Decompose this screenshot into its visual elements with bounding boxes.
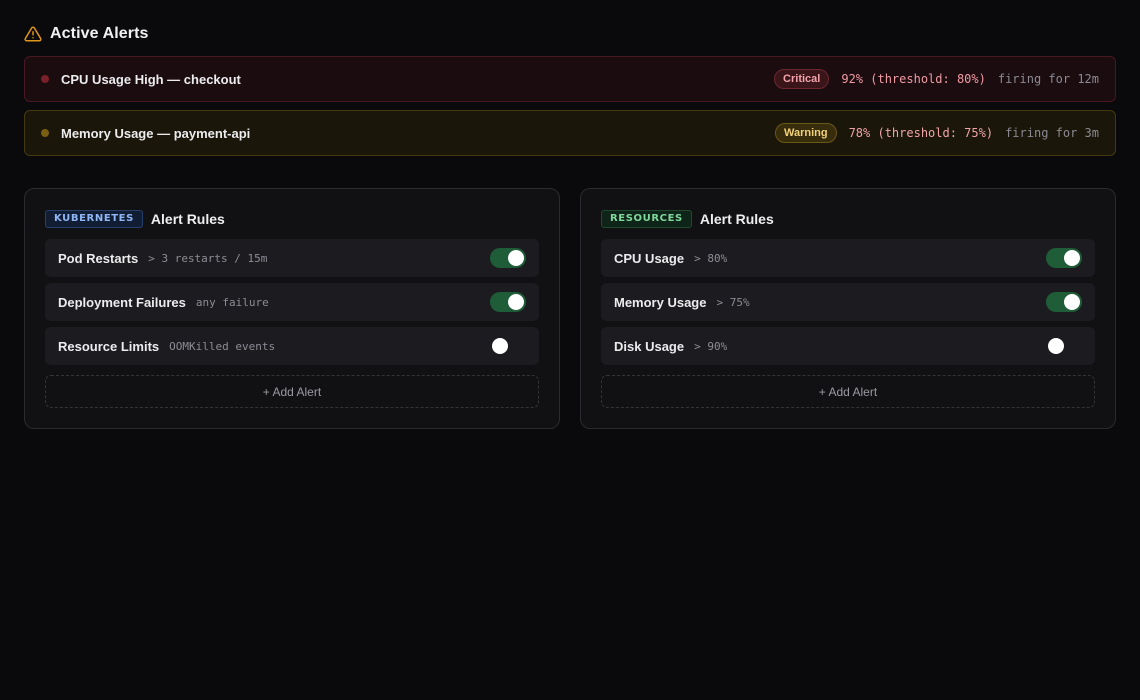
alert-firing-duration: firing for 3m	[1005, 126, 1099, 140]
rule-condition: > 3 restarts / 15m	[148, 251, 268, 265]
rule-name: Pod Restarts	[58, 250, 139, 266]
rule-toggle[interactable]	[490, 292, 526, 312]
alert-name: CPU Usage High — checkout	[61, 71, 241, 87]
alert-name: Memory Usage — payment-api	[61, 125, 251, 141]
rule-toggle[interactable]	[490, 248, 526, 268]
rule-list: Pod Restarts > 3 restarts / 15m Deployme…	[45, 239, 539, 365]
severity-dot	[41, 75, 49, 83]
add-alert-button[interactable]: + Add Alert	[45, 375, 539, 408]
active-alert-row[interactable]: CPU Usage High — checkout Critical 92% (…	[24, 56, 1116, 102]
toggle-knob	[1064, 294, 1080, 310]
rule-name: Deployment Failures	[58, 294, 186, 310]
page-title: Active Alerts	[50, 25, 149, 42]
rule-toggle[interactable]	[1046, 248, 1082, 268]
rule-condition: > 80%	[694, 251, 728, 265]
alerts-page: Active Alerts CPU Usage High — checkout …	[0, 0, 1140, 700]
toggle-knob	[1048, 338, 1064, 354]
alert-metric: 78% (threshold: 75%)	[848, 126, 994, 140]
panel-title: Alert Rules	[699, 211, 774, 227]
rule-row-resource-limits: Resource Limits OOMKilled events	[45, 327, 539, 365]
rule-list: CPU Usage > 80% Memory Usage > 75% Disk …	[601, 239, 1095, 365]
severity-badge: Critical	[774, 69, 830, 89]
rule-row-cpu-usage: CPU Usage > 80%	[601, 239, 1095, 277]
rule-row-memory-usage: Memory Usage > 75%	[601, 283, 1095, 321]
active-alert-row[interactable]: Memory Usage — payment-api Warning 78% (…	[24, 110, 1116, 156]
toggle-knob	[492, 338, 508, 354]
rule-name: CPU Usage	[614, 250, 685, 266]
rule-toggle[interactable]	[1046, 292, 1082, 312]
active-alerts-list: CPU Usage High — checkout Critical 92% (…	[24, 56, 1116, 156]
severity-badge: Warning	[774, 123, 837, 143]
alert-metric: 92% (threshold: 80%)	[841, 72, 986, 86]
toggle-knob	[1064, 250, 1080, 266]
rule-name: Disk Usage	[614, 338, 685, 354]
kubernetes-rules-panel: KUBERNETES Alert Rules Pod Restarts > 3 …	[24, 188, 560, 429]
warning-triangle-icon	[24, 25, 42, 43]
rule-toggle[interactable]	[490, 336, 526, 356]
active-alerts-header: Active Alerts	[24, 24, 1116, 44]
alert-rule-panels: KUBERNETES Alert Rules Pod Restarts > 3 …	[24, 188, 1116, 429]
rule-name: Memory Usage	[614, 294, 707, 310]
alert-firing-duration: firing for 12m	[997, 72, 1099, 86]
rule-name: Resource Limits	[58, 338, 160, 354]
resources-tag: RESOURCES	[601, 210, 692, 228]
panel-header: RESOURCES Alert Rules	[601, 209, 1095, 229]
rule-row-pod-restarts: Pod Restarts > 3 restarts / 15m	[45, 239, 539, 277]
severity-dot	[41, 129, 49, 137]
panel-title: Alert Rules	[150, 211, 225, 227]
toggle-knob	[508, 294, 524, 310]
resources-rules-panel: RESOURCES Alert Rules CPU Usage > 80% Me…	[580, 188, 1116, 429]
rule-toggle[interactable]	[1046, 336, 1082, 356]
rule-row-deployment-failures: Deployment Failures any failure	[45, 283, 539, 321]
kubernetes-tag: KUBERNETES	[45, 210, 143, 228]
rule-condition: > 90%	[694, 339, 728, 353]
panel-header: KUBERNETES Alert Rules	[45, 209, 539, 229]
rule-condition: OOMKilled events	[169, 339, 276, 353]
rule-condition: > 75%	[716, 295, 750, 309]
toggle-knob	[508, 250, 524, 266]
rule-condition: any failure	[195, 295, 269, 309]
add-alert-button[interactable]: + Add Alert	[601, 375, 1095, 408]
rule-row-disk-usage: Disk Usage > 90%	[601, 327, 1095, 365]
